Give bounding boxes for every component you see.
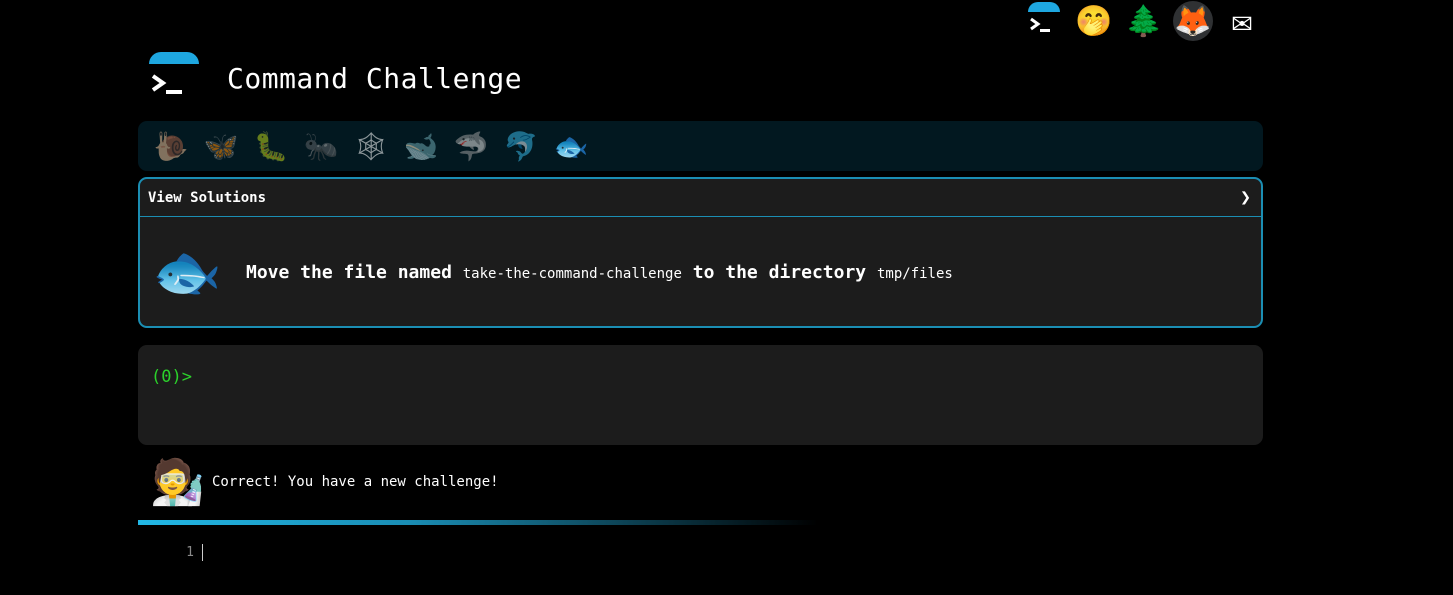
- level-8-icon[interactable]: 🐬: [496, 124, 546, 168]
- terminal-prompt: (0)>: [151, 367, 192, 387]
- top-nav: 🤭 🌲 🦊 ✉: [1023, 0, 1263, 42]
- line-number: 1: [186, 544, 194, 560]
- feedback-message: Correct! You have a new challenge!: [212, 474, 499, 490]
- level-bar: 🐌 🦋 🐛 🐜 🕸 🐋 🦈 🐬 🐟: [138, 121, 1263, 171]
- gitlab-icon[interactable]: 🦊: [1173, 1, 1213, 41]
- mail-icon[interactable]: ✉: [1221, 0, 1263, 42]
- tree-icon[interactable]: 🌲: [1123, 0, 1165, 42]
- level-5-icon[interactable]: 🕸: [346, 124, 396, 168]
- level-1-icon[interactable]: 🐌: [146, 124, 196, 168]
- code-editor[interactable]: 1: [138, 540, 1263, 564]
- challenge-body: 🐟 Move the file named take-the-command-c…: [140, 217, 1261, 326]
- view-solutions-toggle[interactable]: View Solutions ❯: [140, 179, 1261, 217]
- level-4-icon[interactable]: 🐜: [296, 124, 346, 168]
- text-caret: [202, 543, 203, 561]
- fish-icon: 🐟: [152, 240, 222, 305]
- page-title: Command Challenge: [227, 61, 523, 95]
- challenge-dir-name: tmp/files: [876, 265, 953, 282]
- level-9-icon[interactable]: 🐟: [546, 124, 596, 168]
- level-2-icon[interactable]: 🦋: [196, 124, 246, 168]
- challenge-file-name: take-the-command-challenge: [462, 265, 682, 282]
- logo-icon[interactable]: [145, 50, 201, 106]
- progress-bar: [138, 520, 818, 525]
- feedback: 🧑‍🔬 Correct! You have a new challenge!: [150, 456, 499, 508]
- level-6-icon[interactable]: 🐋: [396, 124, 446, 168]
- hint-icon[interactable]: 🤭: [1073, 0, 1115, 42]
- challenge-text-part2: to the directory: [681, 261, 877, 283]
- challenge-box: View Solutions ❯ 🐟 Move the file named t…: [138, 177, 1263, 328]
- challenge-description: Move the file named take-the-command-cha…: [246, 262, 953, 283]
- chevron-right-icon: ❯: [1240, 187, 1251, 208]
- scientist-avatar-icon: 🧑‍🔬: [150, 457, 205, 508]
- view-solutions-label: View Solutions: [148, 189, 267, 206]
- challenge-text-part1: Move the file named: [246, 261, 463, 283]
- terminal-input[interactable]: (0)>: [138, 345, 1263, 445]
- level-7-icon[interactable]: 🦈: [446, 124, 496, 168]
- page-header: Command Challenge: [145, 50, 522, 106]
- level-3-icon[interactable]: 🐛: [246, 124, 296, 168]
- logo-icon[interactable]: [1023, 0, 1065, 42]
